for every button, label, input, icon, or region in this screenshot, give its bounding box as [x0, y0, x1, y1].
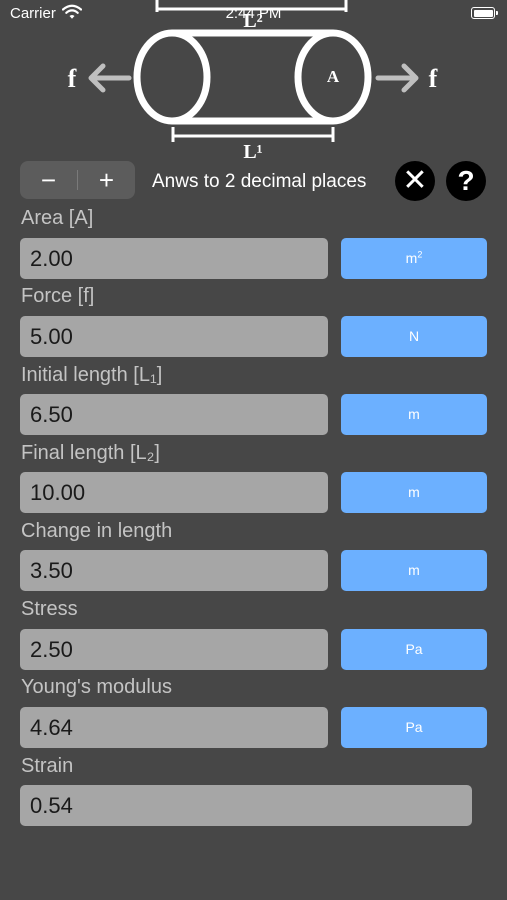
- left-arrow-icon: [88, 63, 132, 93]
- force-right-label: f: [429, 64, 438, 93]
- close-icon: ✕: [402, 164, 428, 197]
- force-input[interactable]: 5.00: [20, 316, 328, 357]
- area-label: A: [327, 67, 340, 86]
- strain-input[interactable]: 0.54: [20, 785, 472, 826]
- change-in-length-label-text: Change in length: [21, 520, 173, 542]
- area-unit-exponent: 2: [417, 249, 423, 260]
- decrement-button[interactable]: −: [20, 161, 77, 199]
- youngs-modulus-label-text: Young's modulus: [21, 676, 172, 698]
- initial-length-input[interactable]: 6.50: [20, 394, 328, 435]
- youngs-modulus-unit-label: Pa: [405, 719, 423, 735]
- stress-unit-button[interactable]: Pa: [341, 629, 487, 670]
- help-button[interactable]: ?: [446, 161, 486, 201]
- decimal-places-stepper: − +: [20, 161, 135, 199]
- change-in-length-input[interactable]: 3.50: [20, 550, 328, 591]
- force-left-label: f: [68, 64, 77, 93]
- stress-unit-label: Pa: [405, 641, 423, 657]
- force-unit-label: N: [408, 328, 420, 344]
- final-length-unit-label: m: [408, 484, 420, 500]
- youngs-modulus-unit-button[interactable]: Pa: [341, 707, 487, 748]
- right-arrow-icon: [375, 63, 419, 93]
- final-length-input[interactable]: 10.00: [20, 472, 328, 513]
- precision-toolbar: − + Anws to 2 decimal places ✕ ?: [20, 161, 487, 201]
- initial-length-unit-button[interactable]: m: [341, 394, 487, 435]
- area-unit-button[interactable]: m2: [341, 238, 487, 279]
- clock: 2:44 PM: [225, 5, 282, 22]
- initial-length-label-text: Initial length [L₁]: [21, 364, 163, 386]
- clear-button[interactable]: ✕: [395, 161, 435, 201]
- stress-input[interactable]: 2.50: [20, 629, 328, 670]
- area-label-text: Area [A]: [21, 207, 94, 229]
- final-length-label-text: Final length [L₂]: [21, 442, 160, 464]
- increment-button[interactable]: +: [78, 161, 135, 199]
- force-label-text: Force [f]: [21, 285, 95, 307]
- youngs-modulus-input[interactable]: 4.64: [20, 707, 328, 748]
- final-length-unit-button[interactable]: m: [341, 472, 487, 513]
- strain-label-text: Strain: [21, 755, 74, 777]
- question-icon: ?: [457, 165, 475, 196]
- area-input[interactable]: 2.00: [20, 238, 328, 279]
- change-in-length-unit-label: m: [408, 562, 420, 578]
- bottom-length-label: L¹: [243, 141, 262, 163]
- bottom-dimension-bracket: [171, 127, 335, 142]
- change-in-length-unit-button[interactable]: m: [341, 550, 487, 591]
- elongation-diagram: A f f L² L¹: [0, 0, 507, 165]
- initial-length-unit-label: m: [408, 406, 420, 422]
- area-unit-label: m: [405, 250, 418, 266]
- stress-label-text: Stress: [21, 598, 78, 620]
- precision-label: Anws to 2 decimal places: [152, 171, 367, 192]
- force-unit-button[interactable]: N: [341, 316, 487, 357]
